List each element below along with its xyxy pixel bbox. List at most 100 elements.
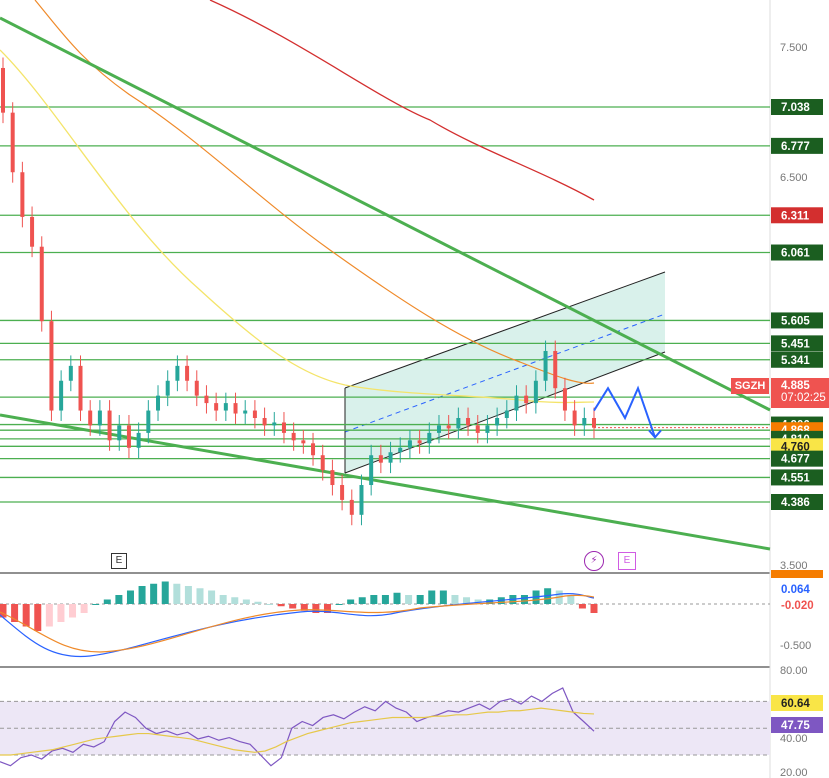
level-label: 7.038: [781, 102, 810, 114]
macd-histogram-bar: [405, 595, 413, 604]
candle-body: [214, 403, 219, 411]
macd-histogram-bar: [416, 595, 424, 604]
macd-histogram-bar: [92, 604, 100, 605]
macd-histogram-bar: [184, 586, 192, 604]
candle-body: [175, 365, 180, 381]
macd-badge-partial: [771, 570, 823, 578]
candle-body: [272, 422, 277, 426]
macd-histogram-bar: [80, 604, 88, 613]
candle-body: [330, 470, 335, 486]
candle-body: [543, 350, 548, 381]
candle-body: [407, 440, 412, 448]
candle-body: [572, 410, 577, 426]
candle-body: [136, 432, 141, 448]
candle-body: [456, 417, 461, 429]
ma-orange-line: [34, 0, 595, 384]
candle-body: [233, 403, 238, 414]
earnings-marker-left-label: E: [115, 555, 123, 566]
candle-body: [165, 380, 170, 396]
candle-body: [262, 417, 267, 426]
macd-histogram-bar: [161, 581, 169, 604]
candle-body: [88, 410, 93, 426]
candle-body: [466, 417, 471, 426]
macd-histogram-bar: [451, 595, 459, 604]
candle-body: [533, 380, 538, 404]
level-label: 6.777: [781, 141, 810, 153]
candle-body: [10, 112, 15, 173]
candle-body: [156, 395, 161, 411]
rsi-axis-tick: 80.00: [780, 665, 808, 677]
candle-body: [39, 246, 44, 322]
macd-histogram-bar: [428, 590, 436, 604]
macd-histogram-bar: [590, 604, 598, 613]
candle-body: [30, 216, 35, 247]
countdown-label: 07:02:25: [781, 392, 826, 404]
candle-body: [49, 321, 54, 411]
macd-histogram-bar: [347, 599, 355, 604]
price-axis-tick: 6.500: [780, 172, 808, 184]
candle-body: [562, 388, 567, 411]
earnings-marker-left[interactable]: E: [111, 553, 127, 569]
candle-body: [301, 440, 306, 444]
candle-body: [107, 410, 112, 441]
candle-body: [427, 432, 432, 444]
candle-body: [514, 395, 519, 411]
level-label: 5.605: [781, 315, 810, 327]
candle-body: [417, 440, 422, 444]
price-tag: 4.885 07:02:25: [771, 378, 829, 408]
macd-histogram-bar: [335, 604, 343, 605]
rsi-value-label: 47.75: [781, 720, 810, 732]
candle-body: [485, 425, 490, 433]
level-label: 5.341: [781, 355, 810, 367]
candle-body: [475, 425, 480, 433]
macd-value-label: -0.020: [781, 600, 814, 612]
candle-body: [78, 365, 83, 411]
candle-body: [223, 403, 228, 411]
candle-body: [388, 452, 393, 463]
symbol-badge[interactable]: SGZH: [731, 378, 769, 394]
candle-body: [592, 417, 596, 428]
flash-event-icon[interactable]: ⚡: [584, 551, 604, 571]
macd-histogram-bar: [22, 604, 30, 627]
macd-histogram-bar: [34, 604, 42, 631]
macd-histogram-bar: [520, 595, 528, 604]
descending-trendline-upper: [0, 16, 771, 412]
macd-histogram-bar: [57, 604, 65, 622]
rsi-value-label: 60.64: [781, 698, 810, 710]
macd-histogram-bar: [358, 597, 366, 604]
price-axis-tick: 7.500: [780, 42, 808, 54]
candle-body: [20, 172, 25, 217]
level-label: 5.451: [781, 338, 810, 350]
candle-body: [436, 425, 441, 433]
macd-histogram-bar: [103, 599, 111, 604]
level-label: 6.311: [781, 210, 810, 222]
trading-chart[interactable]: 7.5006.5003.5007.0386.7776.3116.0615.605…: [0, 0, 829, 778]
macd-line: [0, 592, 595, 658]
candle-body: [291, 432, 296, 441]
candle-body: [146, 410, 151, 433]
macd-histogram-bar: [266, 604, 274, 605]
candle-body: [582, 417, 587, 426]
earnings-marker-right-label: E: [623, 555, 631, 566]
candle-body: [185, 365, 190, 381]
candle-body: [349, 499, 354, 515]
earnings-marker-right[interactable]: E: [618, 552, 636, 570]
candle-body: [243, 410, 248, 414]
candle-body: [446, 425, 451, 429]
candle-body: [398, 447, 403, 453]
symbol-text: SGZH: [734, 380, 766, 392]
macd-histogram-bar: [277, 604, 285, 607]
macd-histogram-bar: [173, 583, 181, 604]
rising-channel-fill: [345, 272, 665, 473]
macd-histogram-bar: [242, 599, 250, 604]
candle-body: [97, 410, 102, 426]
macd-histogram-bar: [115, 595, 123, 604]
candle-body: [126, 425, 131, 448]
last-price-label: 4.885: [781, 380, 810, 392]
macd-histogram-bar: [126, 590, 134, 604]
macd-histogram-bar: [150, 583, 158, 604]
macd-histogram-bar: [370, 595, 378, 604]
macd-histogram-bar: [196, 588, 204, 604]
ma-red-line: [209, 0, 595, 201]
candle-body: [378, 455, 383, 463]
